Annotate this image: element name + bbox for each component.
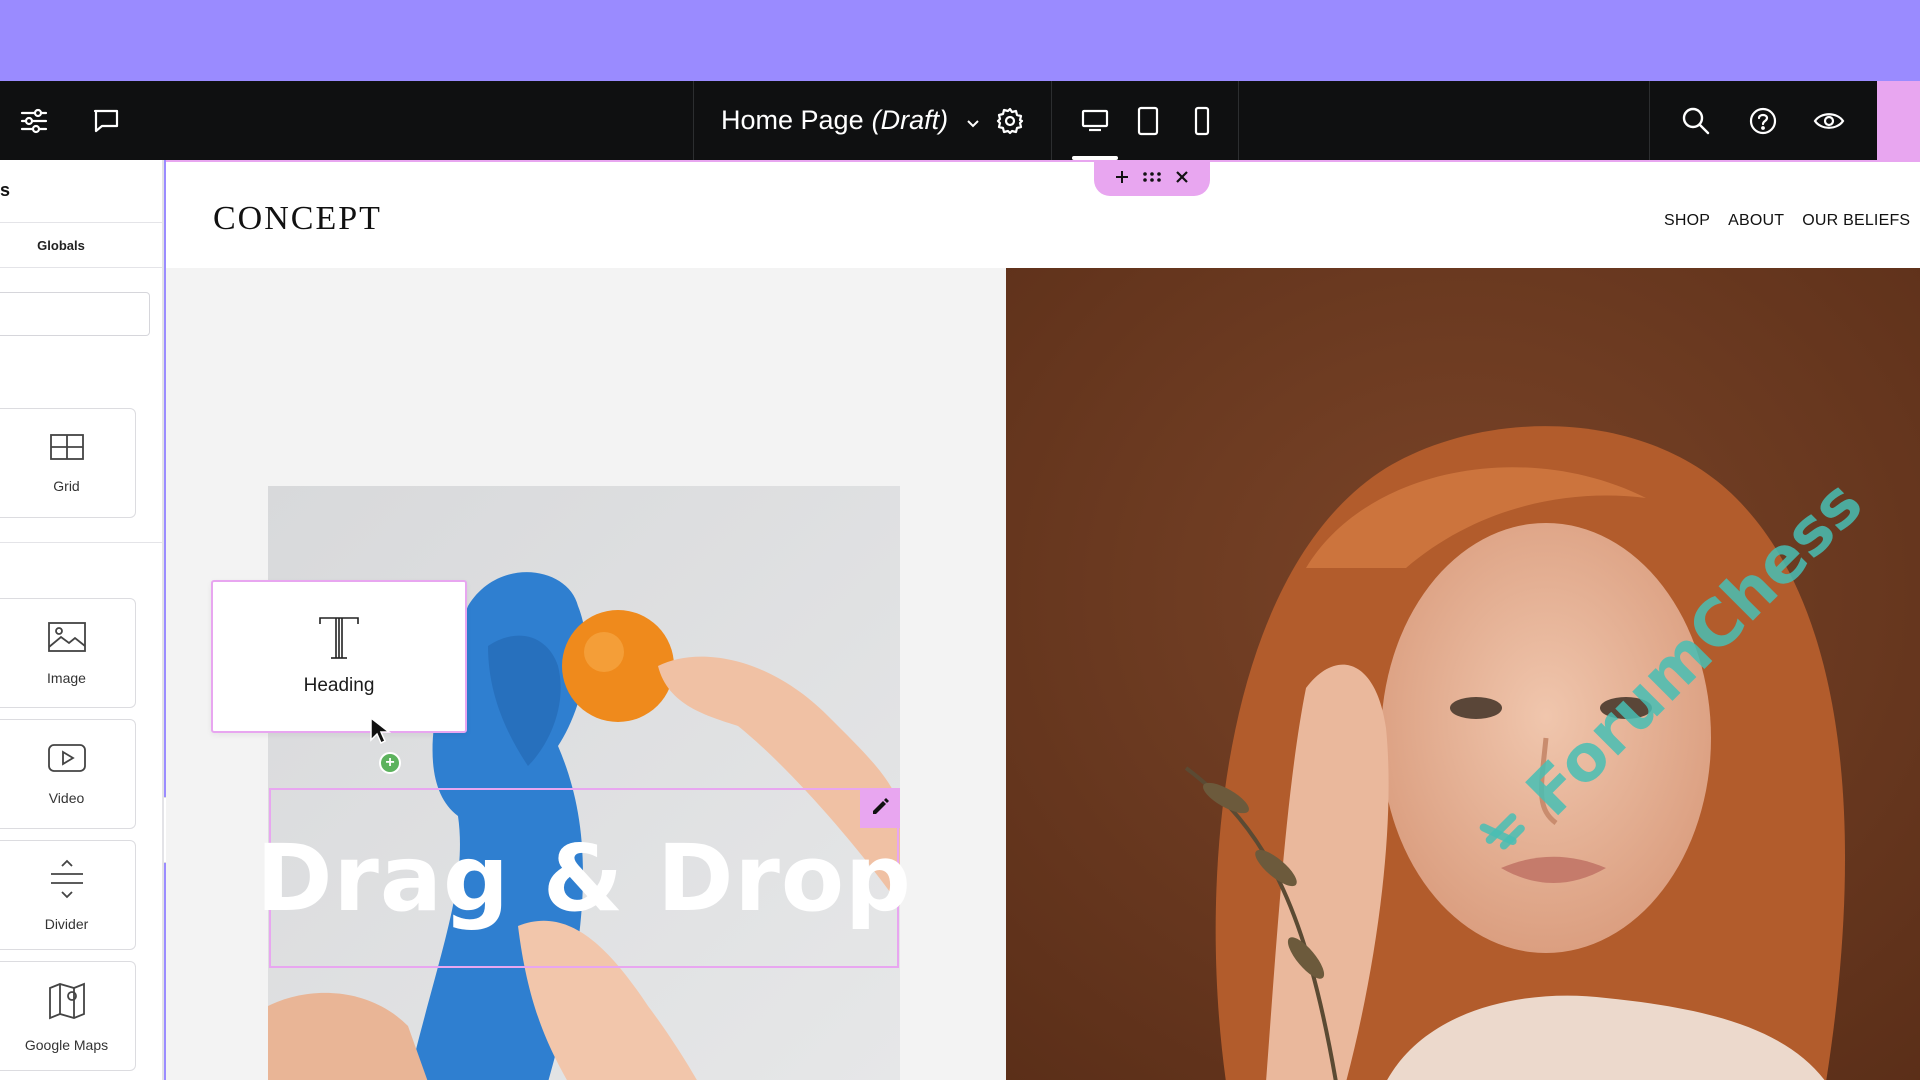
panel-tab[interactable] bbox=[1877, 81, 1920, 160]
comment-icon[interactable] bbox=[86, 81, 126, 160]
topbar-divider bbox=[693, 81, 694, 160]
headline-text[interactable]: Drag & Drop bbox=[256, 825, 912, 932]
topbar-divider bbox=[1238, 81, 1239, 160]
mouse-cursor-icon bbox=[369, 716, 392, 751]
heading-widget-label: Heading bbox=[303, 675, 375, 696]
image-icon bbox=[47, 621, 87, 658]
divider-icon bbox=[47, 859, 87, 904]
search-input[interactable] bbox=[0, 292, 150, 336]
nav-link-about[interactable]: ABOUT bbox=[1728, 212, 1784, 230]
nav-link-shop[interactable]: SHOP bbox=[1664, 212, 1710, 230]
pencil-icon bbox=[870, 796, 890, 821]
edit-widget-button[interactable] bbox=[860, 788, 900, 828]
video-icon bbox=[47, 743, 87, 778]
sliders-icon[interactable] bbox=[14, 81, 54, 160]
nav-link-our-beliefs[interactable]: OUR BELIEFS bbox=[1802, 212, 1910, 230]
site-logo[interactable]: CONCEPT bbox=[213, 200, 382, 238]
drag-handle-icon[interactable] bbox=[1142, 170, 1162, 188]
widget-label: Divider bbox=[44, 915, 89, 932]
tablet-view-icon[interactable] bbox=[1128, 81, 1168, 160]
preview-eye-icon[interactable] bbox=[1809, 81, 1849, 160]
widget-label: Image bbox=[47, 669, 86, 686]
section-toolbar bbox=[1094, 162, 1210, 196]
widget-video[interactable]: Video bbox=[0, 719, 136, 829]
text-type-icon bbox=[318, 616, 360, 665]
screen: Home Page (Draft) s Globals Grid Image V… bbox=[0, 0, 1920, 1080]
hero-photo-hands[interactable] bbox=[268, 486, 900, 1080]
desktop-view-icon[interactable] bbox=[1074, 81, 1116, 160]
site-nav: SHOP ABOUT OUR BELIEFS bbox=[1664, 212, 1910, 230]
widget-divider[interactable]: Divider bbox=[0, 840, 136, 950]
headline-widget[interactable]: Drag & Drop bbox=[256, 788, 911, 968]
close-icon[interactable] bbox=[1175, 170, 1189, 189]
widget-google-maps[interactable]: Google Maps bbox=[0, 961, 136, 1071]
widget-grid[interactable]: Grid bbox=[0, 408, 136, 518]
tab-globals[interactable]: Globals bbox=[37, 238, 85, 253]
map-icon bbox=[47, 980, 87, 1025]
grid-icon bbox=[49, 433, 85, 466]
gear-icon[interactable] bbox=[990, 81, 1030, 160]
topbar-divider bbox=[1051, 81, 1052, 160]
widget-image[interactable]: Image bbox=[0, 598, 136, 708]
page-status: (Draft) bbox=[871, 105, 949, 135]
widget-label: Grid bbox=[53, 477, 80, 494]
heading-widget-drag-preview[interactable]: Heading bbox=[211, 580, 467, 733]
site-header: CONCEPT SHOP ABOUT OUR BELIEFS bbox=[166, 162, 1920, 268]
mobile-view-icon[interactable] bbox=[1182, 81, 1222, 160]
help-icon[interactable] bbox=[1743, 81, 1783, 160]
hero-photo-portrait[interactable] bbox=[1006, 268, 1920, 1080]
search-icon[interactable] bbox=[1676, 81, 1716, 160]
sidebar-tabs: Globals bbox=[0, 222, 162, 268]
editor-top-bar: Home Page (Draft) bbox=[0, 81, 1877, 160]
chevron-down-icon bbox=[966, 105, 980, 136]
add-drop-indicator: + bbox=[379, 752, 401, 774]
widget-label: Video bbox=[48, 789, 85, 806]
add-section-icon[interactable] bbox=[1115, 170, 1129, 189]
widget-label: Google Maps bbox=[24, 1036, 109, 1053]
sidebar-divider bbox=[0, 542, 162, 543]
topbar-divider bbox=[1649, 81, 1650, 160]
sidebar-title: s bbox=[0, 180, 11, 200]
page-selector[interactable]: Home Page (Draft) bbox=[721, 81, 980, 160]
widgets-sidebar: s Globals Grid Image Video Divider Googl… bbox=[0, 160, 164, 1080]
page-title: Home Page bbox=[721, 105, 864, 135]
